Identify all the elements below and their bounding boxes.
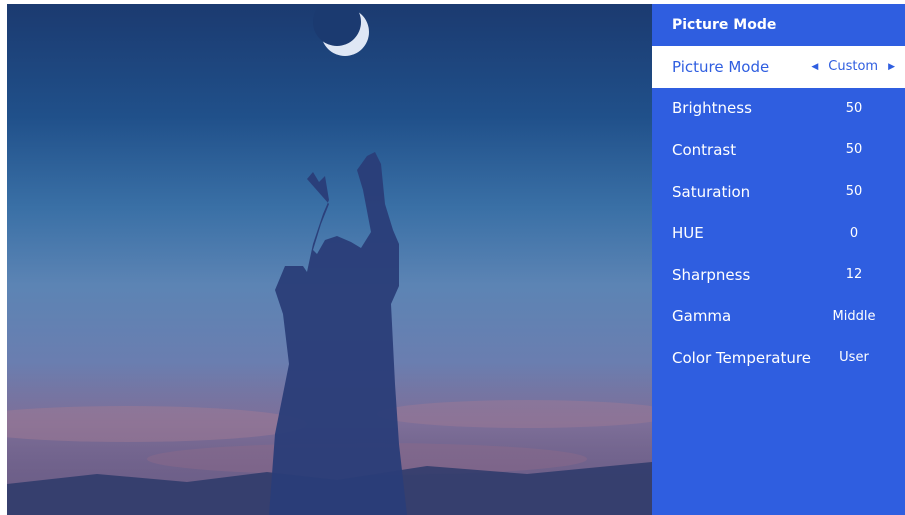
menu-item-label: Brightness xyxy=(672,99,752,118)
contrast-value: 50 xyxy=(845,142,863,158)
person-silhouette xyxy=(269,152,407,515)
hue-value: 0 xyxy=(849,225,859,241)
menu-item-label: Contrast xyxy=(672,140,737,159)
menu-item-label: Gamma xyxy=(672,307,732,326)
menu-item-label: HUE xyxy=(672,224,704,243)
menu-item-color-temperature[interactable]: Color Temperature User xyxy=(652,337,905,379)
picture-mode-value: Custom xyxy=(828,59,879,75)
picture-mode-panel: Picture Mode Picture Mode ◀ Custom ▶ Bri… xyxy=(652,4,905,515)
sharpness-value: 12 xyxy=(845,267,863,283)
caret-right-icon[interactable]: ▶ xyxy=(888,62,895,72)
brightness-value: 50 xyxy=(845,100,863,116)
menu-item-gamma[interactable]: Gamma Middle xyxy=(652,296,905,338)
menu-item-label: Color Temperature xyxy=(672,348,811,367)
menu-item-picture-mode[interactable]: Picture Mode ◀ Custom ▶ xyxy=(652,46,905,88)
menu-item-label: Picture Mode xyxy=(672,57,770,76)
color-temperature-value: User xyxy=(839,350,869,366)
caret-left-icon[interactable]: ◀ xyxy=(811,62,818,72)
menu-item-label: Saturation xyxy=(672,182,751,201)
picture-mode-selector[interactable]: ◀ Custom ▶ xyxy=(811,46,895,88)
menu-item-brightness[interactable]: Brightness 50 xyxy=(652,88,905,130)
background-photo xyxy=(7,4,652,515)
moon-icon xyxy=(313,4,369,56)
panel-title: Picture Mode xyxy=(672,17,777,33)
menu-item-saturation[interactable]: Saturation 50 xyxy=(652,171,905,213)
saturation-value: 50 xyxy=(845,184,863,200)
menu-item-contrast[interactable]: Contrast 50 xyxy=(652,129,905,171)
gamma-value: Middle xyxy=(832,308,876,324)
menu-item-sharpness[interactable]: Sharpness 12 xyxy=(652,254,905,296)
silhouette-scene xyxy=(7,4,652,515)
menu-item-label: Sharpness xyxy=(672,265,751,284)
menu-item-hue[interactable]: HUE 0 xyxy=(652,212,905,254)
